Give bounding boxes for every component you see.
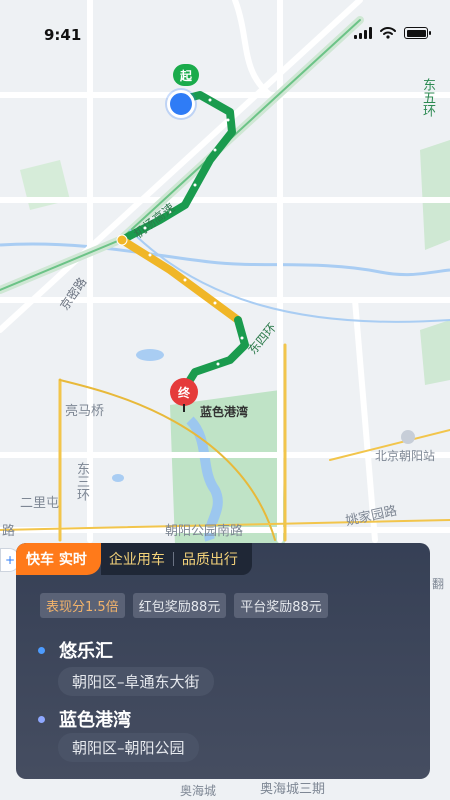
start-pin[interactable]: 起 xyxy=(173,64,199,86)
wifi-icon xyxy=(380,27,396,39)
chip-platform-reward: 平台奖励88元 xyxy=(234,593,328,618)
map-label-poi: 北京朝阳站 xyxy=(375,449,436,463)
destination-detail: 朝阳区–朝阳公园 xyxy=(58,733,199,762)
destination-row[interactable]: 蓝色港湾 xyxy=(38,706,131,732)
tab-strip: 企业用车 品质出行 xyxy=(100,543,252,575)
status-bar: 9:41 xyxy=(0,0,450,44)
map-label-road: 朝阳公园南路 xyxy=(165,524,244,539)
status-time: 9:41 xyxy=(44,26,82,44)
map-label-road: 东三环 xyxy=(74,462,89,501)
map-label-area: 二里屯 xyxy=(20,496,60,511)
map-label-road: 奥海城 xyxy=(180,784,217,798)
order-panel: 快车 实时 企业用车 品质出行 表现分1.5倍 红包奖励88元 平台奖励88元 … xyxy=(16,543,430,779)
origin-row[interactable]: 悠乐汇 xyxy=(38,637,113,663)
tab-premium[interactable]: 品质出行 xyxy=(174,549,246,569)
chip-score-multiplier: 表现分1.5倍 xyxy=(40,593,125,618)
train-station-icon xyxy=(401,430,415,444)
tab-enterprise[interactable]: 企业用车 xyxy=(101,549,173,569)
map-label-area: 亮马桥 xyxy=(65,404,105,419)
destination-map-label: 蓝色港湾 xyxy=(200,405,249,419)
map-label-road: 奥海城三期 xyxy=(260,782,326,797)
reward-chips: 表现分1.5倍 红包奖励88元 平台奖励88元 xyxy=(40,593,328,618)
map-label-road: 翻 xyxy=(432,577,445,591)
origin-name: 悠乐汇 xyxy=(59,641,113,662)
tab-express-realtime[interactable]: 快车 实时 xyxy=(16,543,101,575)
origin-dot-icon xyxy=(38,646,45,654)
app-frame: 东五环 机场高速 京密路 东四环 亮马桥 二里屯 东三环 朝阳公园南路 姚家园路… xyxy=(0,0,450,800)
cellular-signal-icon xyxy=(354,27,372,39)
order-tabs: 快车 实时 企业用车 品质出行 xyxy=(16,543,252,575)
destination-dot-icon xyxy=(38,715,45,723)
chip-red-packet-reward: 红包奖励88元 xyxy=(132,593,227,618)
end-pin[interactable]: 终 xyxy=(170,378,198,412)
destination-name: 蓝色港湾 xyxy=(59,710,131,731)
battery-icon xyxy=(404,27,431,39)
origin-detail: 朝阳区–阜通东大街 xyxy=(58,667,214,696)
map-label-road: 路 xyxy=(2,524,16,539)
current-location-icon xyxy=(167,90,195,118)
map-label-road: 东五环 xyxy=(420,78,435,117)
